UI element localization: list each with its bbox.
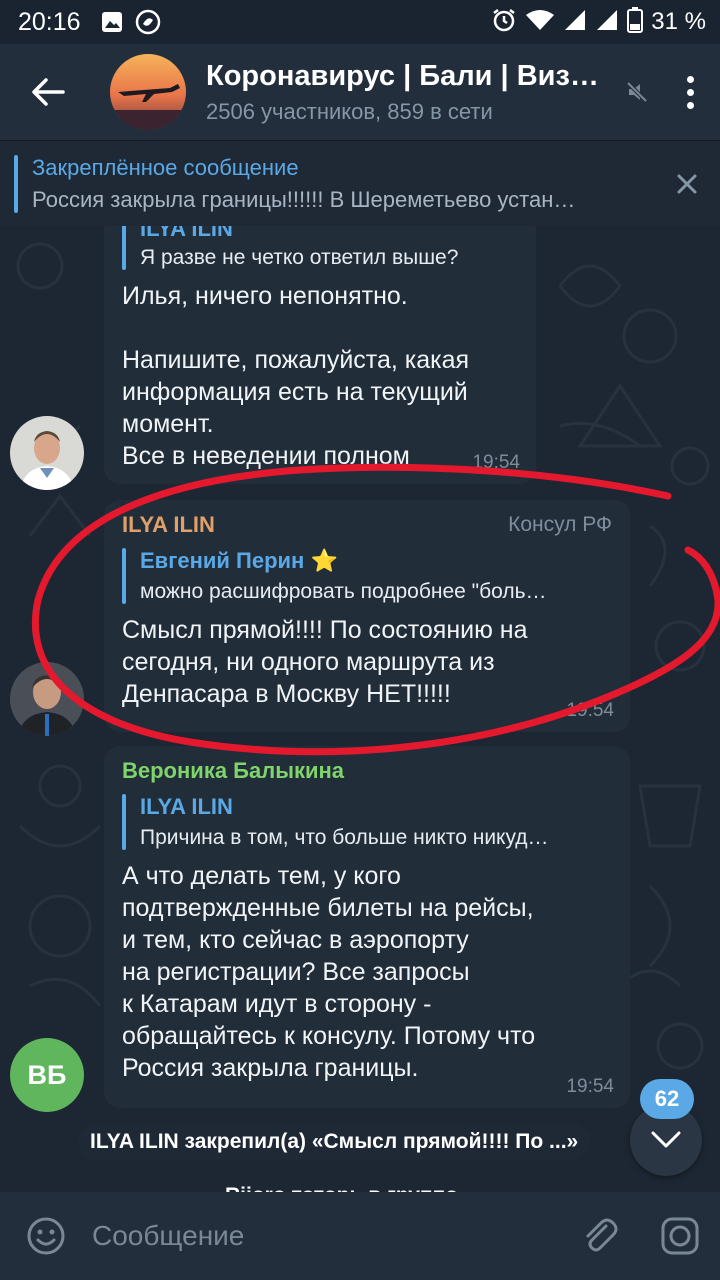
gallery-notification-icon (97, 7, 127, 37)
reply-author: ILYA ILIN (140, 794, 233, 819)
pinned-text: Россия закрыла границы!!!!!! В Шереметье… (32, 186, 576, 212)
service-message: Rijoro тоторь в группо (225, 1184, 458, 1192)
emoji-button[interactable] (0, 1216, 92, 1256)
close-pinned-button[interactable] (672, 169, 702, 199)
message-bubble[interactable]: ILYA ILIN Консул РФ Евгений Перин ⭐ можн… (104, 500, 630, 732)
wifi-icon (525, 8, 555, 37)
dot-icon (686, 88, 694, 96)
arrow-left-icon (32, 78, 65, 106)
signal-2-icon (595, 8, 619, 37)
reply-author: ILYA ILIN (140, 226, 233, 240)
sender-name[interactable]: ILYA ILIN (122, 512, 215, 538)
status-time: 20:16 (18, 7, 81, 36)
battery-icon (627, 6, 644, 38)
chat-title-block[interactable]: Коронавирус | Бали | Виз… 2506 участнико… (206, 60, 616, 125)
dot-icon (686, 75, 694, 83)
close-icon (677, 174, 697, 194)
chevron-down-icon (651, 1131, 681, 1148)
reply-preview[interactable]: Евгений Перин ⭐ можно расшифровать подро… (122, 548, 612, 604)
message-bubble[interactable]: ILYA ILIN Я разве не четко ответил выше?… (104, 226, 536, 484)
message-text: Илья, ничего непонятно. Напишите, пожалу… (122, 282, 470, 470)
status-bar: 20:16 31 % (0, 0, 720, 44)
chat-title: Коронавирус | Бали | Виз… (206, 59, 599, 92)
pinned-text-block: Закреплённое сообщение Россия закрыла гр… (32, 155, 652, 213)
instant-camera-button[interactable] (640, 1216, 720, 1256)
reply-text: Я разве не четко ответил выше? (140, 246, 459, 269)
attach-button[interactable] (560, 1216, 640, 1256)
dot-icon (686, 101, 694, 109)
message-time: 19:54 (566, 1076, 614, 1097)
reply-text: можно расшифровать подробнее "боль… (140, 580, 547, 603)
pinned-title: Закреплённое сообщение (32, 154, 299, 180)
admin-badge: Консул РФ (508, 513, 612, 536)
app-notification-icon (133, 7, 163, 37)
pinned-message-bar[interactable]: Закреплённое сообщение Россия закрыла гр… (0, 140, 720, 226)
message-text: А что делать тем, у кого подтвержденные … (122, 862, 536, 1082)
battery-percent: 31 % (651, 8, 706, 35)
camera-icon (661, 1217, 699, 1255)
message-bubble[interactable]: Вероника Балыкина ILYA ILIN Причина в то… (104, 746, 630, 1108)
muted-icon (620, 80, 654, 104)
sender-name[interactable]: Вероника Балыкина (122, 758, 612, 784)
unread-count-badge: 62 (640, 1079, 694, 1119)
more-menu-button[interactable] (660, 44, 720, 140)
message-input-bar (0, 1192, 720, 1280)
back-button[interactable] (0, 44, 96, 140)
message-time: 19:54 (566, 700, 614, 721)
paperclip-icon (586, 1218, 618, 1252)
signal-icon (563, 8, 587, 37)
user-avatar-initials[interactable]: ВБ (10, 1038, 84, 1112)
user-avatar[interactable] (10, 662, 84, 736)
chat-avatar[interactable] (110, 54, 186, 130)
reply-author: Евгений Перин ⭐ (140, 548, 338, 573)
chat-subtitle: 2506 участников, 859 в сети (206, 98, 493, 124)
chat-header: Коронавирус | Бали | Виз… 2506 участнико… (0, 44, 720, 140)
message-input[interactable] (92, 1220, 560, 1252)
message-text: Смысл прямой!!!! По состоянию на сегодня… (122, 616, 528, 708)
smile-icon (27, 1217, 65, 1255)
reply-preview[interactable]: ILYA ILIN Я разве не четко ответил выше? (122, 226, 518, 270)
service-message[interactable]: ILYA ILIN закрепил(а) «Смысл прямой!!!! … (78, 1124, 591, 1160)
message-header: ILYA ILIN Консул РФ (122, 512, 612, 538)
reply-text: Причина в том, что больше никто никуд… (140, 826, 549, 849)
reply-preview[interactable]: ILYA ILIN Причина в том, что больше никт… (122, 794, 612, 850)
message-time: 19:54 (472, 452, 520, 473)
reply-accent-bar (122, 794, 126, 850)
pinned-accent-bar (14, 154, 18, 213)
user-avatar[interactable] (10, 416, 84, 490)
reply-accent-bar (122, 548, 126, 604)
reply-accent-bar (122, 226, 126, 270)
message-list[interactable]: ILYA ILIN Я разве не четко ответил выше?… (0, 226, 720, 1192)
alarm-icon (491, 7, 517, 38)
